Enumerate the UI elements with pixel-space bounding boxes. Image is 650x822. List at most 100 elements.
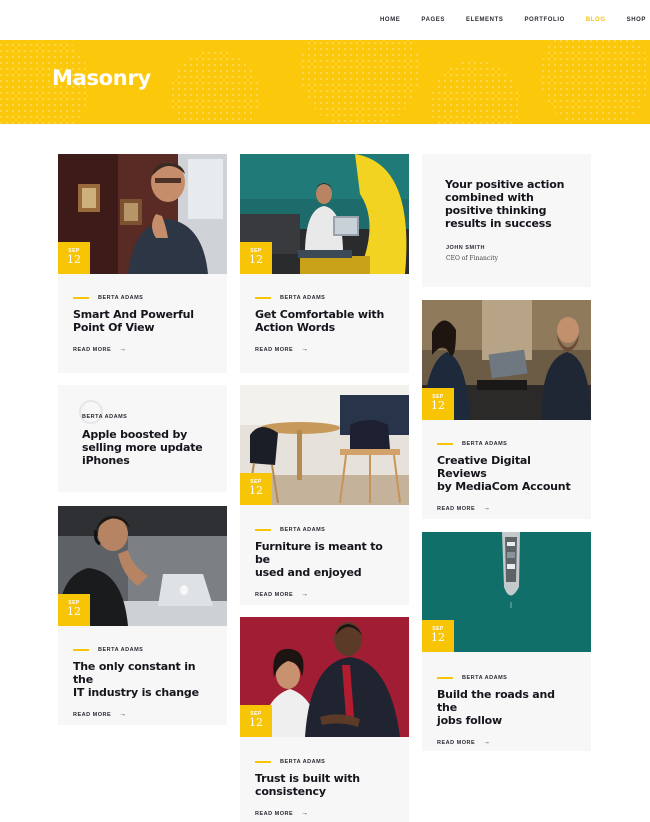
- post-date-badge: SEP 12: [240, 705, 272, 737]
- post-date-badge: SEP 12: [240, 473, 272, 505]
- post-body: BERTA ADAMS Apple boosted by selling mor…: [58, 414, 203, 467]
- quote-author-name: JOHN SMITH: [446, 245, 485, 251]
- date-day: 12: [67, 605, 81, 618]
- blog-post-card[interactable]: SEP 12 BERTA ADAMS The only constant in …: [58, 506, 227, 725]
- accent-line: [437, 443, 453, 445]
- read-more-link[interactable]: READ MORE →: [437, 505, 576, 512]
- date-day: 12: [431, 399, 445, 412]
- read-more-link[interactable]: READ MORE →: [73, 711, 212, 718]
- read-more-link[interactable]: READ MORE →: [255, 591, 394, 598]
- title-line: Point Of View: [73, 321, 155, 334]
- post-author: BERTA ADAMS: [82, 414, 203, 420]
- read-more-link[interactable]: READ MORE →: [437, 739, 576, 746]
- author-name[interactable]: BERTA ADAMS: [280, 295, 325, 301]
- post-date-badge: SEP 12: [240, 242, 272, 274]
- title-line: Creative Digital Reviews: [437, 454, 531, 480]
- arrow-right-icon: →: [301, 591, 309, 598]
- top-navigation: HOME PAGES ELEMENTS PORTFOLIO BLOG SHOP: [0, 0, 650, 40]
- title-line: selling more update: [82, 441, 203, 454]
- page-title: Masonry: [52, 66, 151, 90]
- post-body: BERTA ADAMS Trust is built with consisten…: [240, 737, 409, 817]
- nav-elements[interactable]: ELEMENTS: [466, 17, 503, 23]
- quote-line: results in success: [445, 217, 552, 230]
- quote-card[interactable]: Your positive action combined with posit…: [422, 154, 591, 287]
- post-title[interactable]: The only constant in the IT industry is c…: [73, 660, 212, 699]
- title-line: iPhones: [82, 454, 130, 467]
- date-day: 12: [67, 253, 81, 266]
- hero-dot-pattern: [430, 60, 520, 124]
- blog-post-card[interactable]: SEP 12 BERTA ADAMS Furniture is meant to…: [240, 385, 409, 605]
- read-more-link[interactable]: READ MORE →: [255, 810, 394, 817]
- title-line: Get Comfortable with: [255, 308, 385, 321]
- arrow-right-icon: →: [119, 346, 127, 353]
- hero-dot-pattern: [540, 40, 650, 124]
- author-name[interactable]: BERTA ADAMS: [82, 414, 127, 420]
- arrow-right-icon: →: [119, 711, 127, 718]
- nav-pages[interactable]: PAGES: [421, 17, 445, 23]
- post-title[interactable]: Smart And Powerful Point Of View: [73, 308, 212, 334]
- accent-line: [73, 297, 89, 299]
- hero-dot-pattern: [300, 40, 420, 124]
- post-title[interactable]: Trust is built with consistency: [255, 772, 394, 798]
- post-image-meeting[interactable]: SEP 12: [422, 300, 591, 420]
- post-title[interactable]: Build the roads and the jobs follow: [437, 688, 576, 727]
- author-name[interactable]: BERTA ADAMS: [98, 647, 143, 653]
- title-line: by MediaCom Account: [437, 480, 571, 493]
- post-body: BERTA ADAMS Furniture is meant to be used…: [240, 505, 409, 598]
- arrow-right-icon: →: [301, 810, 309, 817]
- post-image-man-thinking[interactable]: SEP 12: [58, 154, 227, 274]
- title-line: IT industry is change: [73, 686, 199, 699]
- blog-post-card[interactable]: SEP 12 BERTA ADAMS Creative Digital Revi…: [422, 300, 591, 519]
- read-more-label: READ MORE: [73, 711, 112, 718]
- quote-text: Your positive action combined with posit…: [445, 178, 564, 230]
- read-more-link[interactable]: READ MORE →: [255, 346, 394, 353]
- post-image-man-laptop-chair[interactable]: SEP 12: [240, 154, 409, 274]
- post-date-badge: SEP 12: [422, 620, 454, 652]
- author-name[interactable]: BERTA ADAMS: [280, 759, 325, 765]
- blog-post-card[interactable]: SEP 12 BERTA ADAMS Get Comfortable with A…: [240, 154, 409, 373]
- author-name[interactable]: BERTA ADAMS: [98, 295, 143, 301]
- date-day: 12: [249, 253, 263, 266]
- title-line: Trust is built with: [255, 772, 360, 785]
- post-title[interactable]: Apple boosted by selling more update iPh…: [82, 428, 203, 467]
- hero-dot-pattern: [170, 50, 260, 124]
- accent-line: [437, 677, 453, 679]
- post-author: BERTA ADAMS: [73, 295, 212, 301]
- title-line: The only constant in the: [73, 660, 196, 686]
- accent-line: [73, 649, 89, 651]
- nav-shop[interactable]: SHOP: [627, 17, 646, 23]
- nav-blog[interactable]: BLOG: [586, 17, 606, 23]
- post-image-couple[interactable]: SEP 12: [240, 617, 409, 737]
- post-body: BERTA ADAMS Get Comfortable with Action W…: [240, 274, 409, 353]
- arrow-right-icon: →: [483, 739, 491, 746]
- post-title[interactable]: Furniture is meant to be used and enjoyed: [255, 540, 394, 579]
- author-name[interactable]: BERTA ADAMS: [462, 441, 507, 447]
- blog-post-card[interactable]: SEP 12 BERTA ADAMS Smart And Powerful Poi…: [58, 154, 227, 373]
- post-title[interactable]: Creative Digital Reviews by MediaCom Acco…: [437, 454, 576, 493]
- read-more-label: READ MORE: [255, 810, 294, 817]
- arrow-right-icon: →: [301, 346, 309, 353]
- date-day: 12: [431, 631, 445, 644]
- post-image-man-headphones[interactable]: SEP 12: [58, 506, 227, 626]
- blog-post-card-text[interactable]: BERTA ADAMS Apple boosted by selling mor…: [58, 385, 227, 492]
- arrow-right-icon: →: [483, 505, 491, 512]
- accent-line: [255, 297, 271, 299]
- title-line: Smart And Powerful: [73, 308, 194, 321]
- blog-post-card[interactable]: SEP 12 BERTA ADAMS Trust is built with co…: [240, 617, 409, 822]
- author-name[interactable]: BERTA ADAMS: [280, 527, 325, 533]
- title-line: Apple boosted by: [82, 428, 188, 441]
- read-more-link[interactable]: READ MORE →: [73, 346, 212, 353]
- post-date-badge: SEP 12: [58, 242, 90, 274]
- nav-home[interactable]: HOME: [380, 17, 400, 23]
- author-name[interactable]: BERTA ADAMS: [462, 675, 507, 681]
- nav-portfolio[interactable]: PORTFOLIO: [524, 17, 564, 23]
- blog-post-card[interactable]: SEP 12 BERTA ADAMS Build the roads and t…: [422, 532, 591, 751]
- read-more-label: READ MORE: [255, 591, 294, 598]
- post-image-furniture[interactable]: SEP 12: [240, 385, 409, 505]
- post-body: BERTA ADAMS Smart And Powerful Point Of V…: [58, 274, 227, 353]
- title-line: Furniture is meant to be: [255, 540, 383, 566]
- post-image-boat-aerial[interactable]: SEP 12: [422, 532, 591, 652]
- post-title[interactable]: Get Comfortable with Action Words: [255, 308, 394, 334]
- title-line: Build the roads and the: [437, 688, 555, 714]
- date-day: 12: [249, 484, 263, 497]
